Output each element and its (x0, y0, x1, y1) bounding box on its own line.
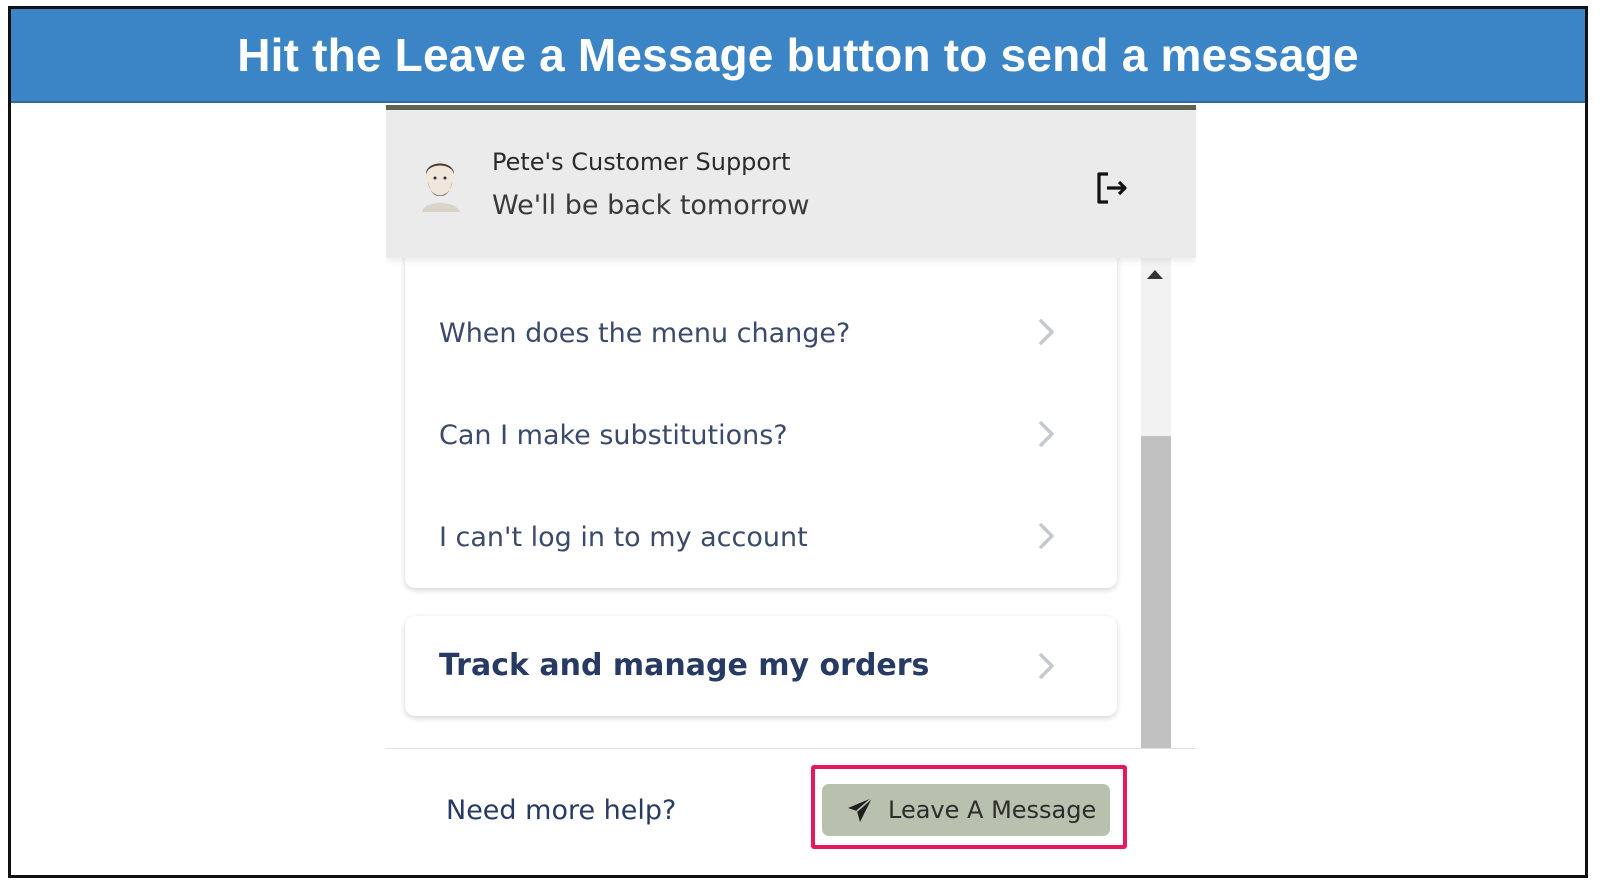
screenshot-frame: Hit the Leave a Message button to send a… (8, 6, 1588, 878)
chevron-right-icon (1035, 650, 1059, 682)
track-orders-card[interactable]: Track and manage my orders (405, 616, 1117, 716)
scroll-up-arrow-icon[interactable] (1147, 270, 1163, 279)
avatar (416, 156, 466, 212)
faq-item-label: I can't log in to my account (439, 522, 808, 553)
chevron-right-icon (1035, 520, 1059, 552)
faq-item-menu-change[interactable]: When does the menu change? (405, 292, 1117, 372)
chat-widget: Pete's Customer Support We'll be back to… (386, 105, 1196, 875)
faq-item-label: When does the menu change? (439, 318, 851, 349)
exit-icon[interactable] (1092, 168, 1132, 208)
track-orders-label: Track and manage my orders (439, 648, 930, 683)
leave-message-button[interactable]: Leave A Message (822, 784, 1110, 836)
faq-item-substitutions[interactable]: Can I make substitutions? (405, 394, 1117, 474)
faq-item-label: Can I make substitutions? (439, 420, 788, 451)
need-help-text: Need more help? (446, 795, 677, 826)
paper-plane-icon (846, 796, 874, 824)
leave-message-label: Leave A Message (888, 796, 1097, 824)
chevron-right-icon (1035, 418, 1059, 450)
agent-status: We'll be back tomorrow (492, 190, 810, 221)
instruction-banner: Hit the Leave a Message button to send a… (11, 9, 1585, 103)
faq-item-login[interactable]: I can't log in to my account (405, 496, 1117, 576)
chat-footer: Need more help? Leave A Message (386, 748, 1196, 875)
faq-card: When does the menu change? Can I make su… (405, 248, 1117, 588)
agent-name: Pete's Customer Support (492, 148, 791, 176)
chat-header: Pete's Customer Support We'll be back to… (386, 110, 1196, 258)
chevron-right-icon (1035, 316, 1059, 348)
